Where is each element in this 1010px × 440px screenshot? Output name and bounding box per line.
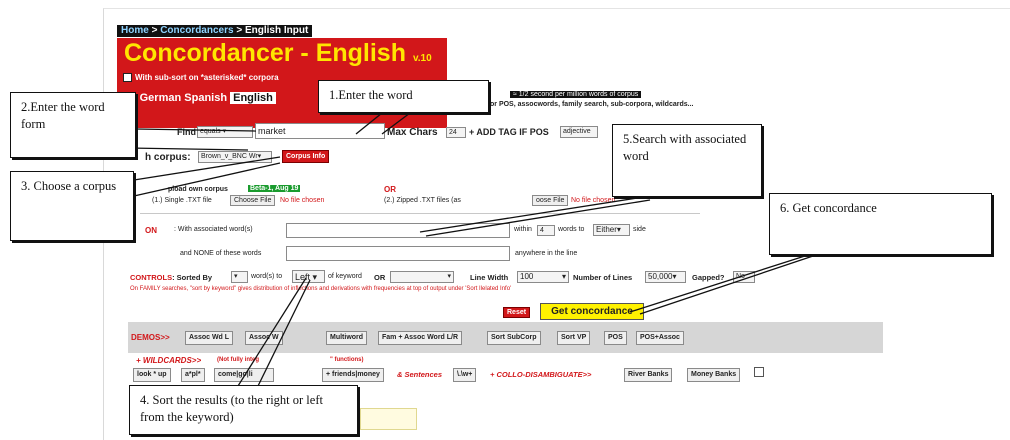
demo-pos-button[interactable]: POS [604, 331, 627, 345]
breadcrumb: Home > Concordancers > English Input [117, 25, 313, 37]
line-width-select[interactable]: 100 ▾ [517, 271, 569, 283]
language-tabs: nch German Spanish English [117, 92, 276, 104]
num-lines-label: Number of Lines [573, 273, 633, 282]
callout-4: 4. Sort the results (to the right or lef… [129, 385, 358, 435]
reset-button[interactable]: Reset [503, 307, 531, 318]
max-chars-label: Max Chars [387, 127, 438, 138]
word-to-label: word(s) to [251, 273, 283, 280]
beta-badge: Beta-1, Aug 19 [248, 185, 301, 192]
pos-select[interactable]: adjective [560, 126, 598, 138]
max-chars-select[interactable]: 24 [446, 127, 466, 138]
breadcrumb-home-link[interactable]: Home [121, 25, 149, 36]
gapped-label: Gapped? [692, 273, 725, 282]
callout-3: 3. Choose a corpus [10, 171, 134, 241]
demo-fam-assoc-button[interactable]: Fam + Assoc Word L/R [378, 331, 463, 345]
corpus-info-button[interactable]: Corpus Info [282, 150, 330, 163]
subsort-label: With sub-sort on *asterisked* corpora [135, 73, 279, 82]
demo-assoc-w-button[interactable]: Assoc W [245, 331, 283, 345]
sentences-label: & Sentences [397, 370, 443, 379]
upload-label: pload own corpus [168, 186, 228, 193]
demos-label: DEMOS>> [131, 333, 170, 342]
wildcards-label: + WILDCARDS>> [136, 356, 202, 365]
gapped-select[interactable]: No [733, 271, 755, 283]
wildcard-apl-button[interactable]: a*pl* [181, 368, 205, 382]
no-file-label: No file chosen [280, 197, 325, 204]
collo-checkbox[interactable] [754, 367, 764, 377]
sort-direction-select[interactable]: Left ▾ [292, 270, 325, 283]
none-words-input[interactable] [286, 246, 510, 261]
get-concordance-button[interactable]: Get concordance [540, 303, 644, 320]
callout-6: 6. Get concordance [769, 193, 992, 255]
controls-label: CONTROLS [130, 273, 173, 282]
find-label: Find [177, 127, 196, 137]
sorted-by-label: : Sorted By [172, 273, 213, 282]
lang-tab-english: English [230, 92, 276, 104]
assoc-word-input[interactable] [286, 223, 510, 238]
controls-row: CONTROLS: Sorted By [130, 273, 212, 282]
wildcard-friends-money-button[interactable]: + friends|money [322, 368, 384, 382]
within-select[interactable]: 4 [537, 225, 555, 236]
speed-note: ≈ 1/2 second per million words of corpus [510, 91, 642, 98]
wildcards-note: (Not fully integ [217, 357, 259, 363]
wildcards-note-end: " functions) [330, 357, 364, 363]
callout-5: 5.Search with associated word [612, 124, 762, 197]
single-file-label: (1.) Single .TXT file [152, 197, 212, 204]
choose-file-button[interactable]: Choose File [230, 195, 276, 206]
mode-select[interactable]: equals ▾ [197, 126, 253, 138]
version-label: v.10 [412, 53, 432, 64]
anywhere-label: anywhere in the line [515, 250, 578, 257]
breadcrumb-concordancers-link[interactable]: Concordancers [160, 25, 233, 36]
assoc-section-label: ON [145, 226, 157, 235]
side-label: side [633, 226, 646, 233]
num-lines-select[interactable]: 50,000▾ [645, 271, 686, 283]
family-note: On FAMILY searches, "sort by keyword" gi… [130, 286, 512, 292]
or-label: OR [384, 185, 396, 194]
of-keyword-label: of keyword [328, 273, 362, 280]
callout-2: 2.Enter the word form [10, 92, 136, 158]
zipped-label: (2.) Zipped .TXT files (as [384, 197, 461, 204]
demo-assoc-wd-l-button[interactable]: Assoc Wd L [185, 331, 234, 345]
add-tag-label: + ADD TAG IF POS [469, 127, 549, 137]
lang-tab-spanish[interactable]: Spanish [184, 92, 227, 104]
corpus-select[interactable]: Brown_v_BNC Wr▾ [198, 151, 272, 163]
no-zip-label: No file chosen [571, 197, 616, 204]
sentences-button[interactable]: \.\w+ [453, 368, 477, 382]
river-banks-button[interactable]: River Banks [624, 368, 673, 382]
info-box [360, 408, 417, 430]
divider [140, 213, 700, 214]
words-to-label: words to [558, 226, 585, 233]
sort-n-select[interactable]: ▾ [231, 271, 248, 283]
page-title: Concordancer - English v.10 [124, 39, 432, 67]
breadcrumb-current: English Input [244, 25, 309, 36]
breadcrumb-separator: > [233, 25, 245, 36]
demo-sort-vp-button[interactable]: Sort VP [557, 331, 591, 345]
side-select[interactable]: Either▾ [593, 224, 630, 236]
demo-pos-assoc-button[interactable]: POS+Assoc [636, 331, 684, 345]
demo-sort-subcorp-button[interactable]: Sort SubCorp [487, 331, 541, 345]
lang-tab-german[interactable]: German [140, 92, 182, 104]
line-width-label: Line Width [470, 273, 509, 282]
wildcard-come-go-button[interactable]: come|go|li [214, 368, 274, 382]
subsort-option[interactable]: With sub-sort on *asterisked* corpora [123, 73, 279, 83]
wildcard-look-up-button[interactable]: look * up [133, 368, 171, 382]
assoc-with-label: : With associated word(s) [174, 226, 253, 233]
features-note: or POS, assocwords, family search, sub-c… [490, 101, 694, 108]
sort-alt-select[interactable]: ▾ [390, 271, 454, 283]
controls-or-label: OR [374, 273, 386, 282]
callout-1: 1.Enter the word [318, 80, 489, 113]
choose-zip-button[interactable]: oose File [532, 195, 569, 206]
demo-multiword-button[interactable]: Multiword [326, 331, 368, 345]
within-label: within [514, 226, 532, 233]
word-input[interactable]: market [255, 123, 385, 139]
none-words-label: and NONE of these words [180, 250, 262, 257]
collo-label: + COLLO-DISAMBIGUATE>> [490, 370, 592, 379]
breadcrumb-separator: > [148, 25, 161, 36]
subsort-checkbox[interactable] [123, 73, 132, 83]
money-banks-button[interactable]: Money Banks [687, 368, 741, 382]
corpus-label: h corpus: [145, 152, 191, 163]
